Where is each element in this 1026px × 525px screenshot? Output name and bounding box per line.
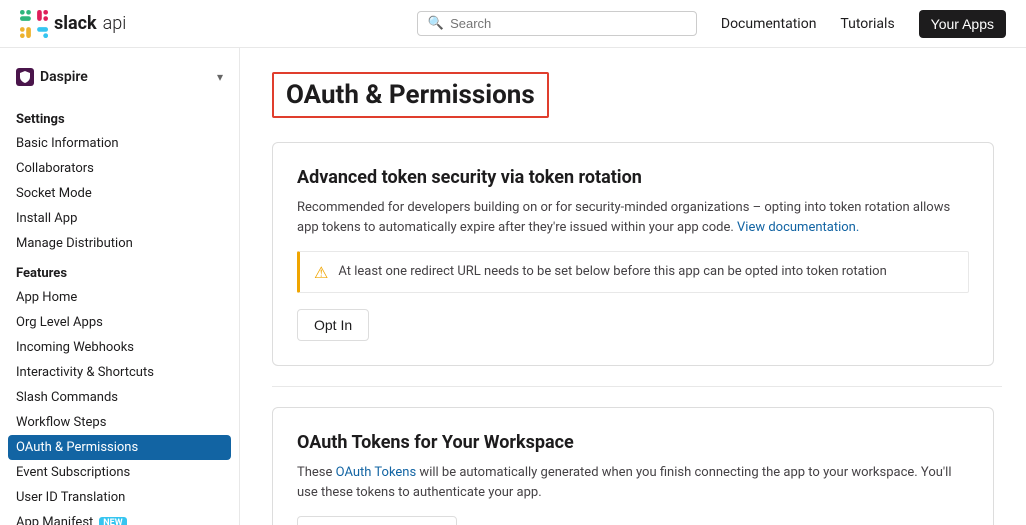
token-security-card: Advanced token security via token rotati… xyxy=(272,142,994,366)
settings-section-title: Settings xyxy=(0,102,239,131)
logo-api-label: api xyxy=(103,13,127,34)
sidebar-item-app-home[interactable]: App Home xyxy=(0,285,239,310)
nav-tutorials[interactable]: Tutorials xyxy=(840,16,894,32)
your-apps-button[interactable]: Your Apps xyxy=(919,10,1006,38)
oauth-tokens-card: OAuth Tokens for Your Workspace These OA… xyxy=(272,407,994,525)
nav-links: Documentation Tutorials Your Apps xyxy=(721,10,1006,38)
slack-logo-icon xyxy=(20,10,48,38)
oauth-tokens-link[interactable]: OAuth Tokens xyxy=(336,465,417,480)
search-box[interactable]: 🔍 xyxy=(417,11,697,36)
warning-box: ⚠ At least one redirect URL needs to be … xyxy=(297,251,969,293)
workspace-selector[interactable]: Daspire ▾ xyxy=(0,64,239,98)
main-content: OAuth & Permissions Advanced token secur… xyxy=(240,48,1026,525)
sidebar-item-install-app[interactable]: Install App xyxy=(0,206,239,231)
page-title: OAuth & Permissions xyxy=(272,72,549,118)
install-to-workspace-button[interactable]: Install to Workspace xyxy=(297,516,457,525)
token-security-description: Recommended for developers building on o… xyxy=(297,198,969,237)
sidebar-item-manage-distribution[interactable]: Manage Distribution xyxy=(0,231,239,256)
token-security-title: Advanced token security via token rotati… xyxy=(297,167,969,188)
topnav: slack api 🔍 Documentation Tutorials Your… xyxy=(0,0,1026,48)
sidebar-item-incoming-webhooks[interactable]: Incoming Webhooks xyxy=(0,335,239,360)
app-layout: Daspire ▾ Settings Basic Information Col… xyxy=(0,48,1026,525)
workspace-icon xyxy=(16,68,34,86)
search-input[interactable] xyxy=(450,16,686,31)
oauth-tokens-description: These OAuth Tokens will be automatically… xyxy=(297,463,969,502)
shield-icon xyxy=(19,71,31,83)
section-divider xyxy=(272,386,1002,387)
view-documentation-link[interactable]: View documentation. xyxy=(737,220,859,235)
warning-text: At least one redirect URL needs to be se… xyxy=(338,262,886,282)
sidebar-item-socket-mode[interactable]: Socket Mode xyxy=(0,181,239,206)
workspace-label: Daspire xyxy=(40,69,88,85)
sidebar-item-user-id-translation[interactable]: User ID Translation xyxy=(0,485,239,510)
sidebar-item-collaborators[interactable]: Collaborators xyxy=(0,156,239,181)
sidebar-item-oauth-permissions[interactable]: OAuth & Permissions xyxy=(8,435,231,460)
sidebar-item-org-level-apps[interactable]: Org Level Apps xyxy=(0,310,239,335)
oauth-tokens-title: OAuth Tokens for Your Workspace xyxy=(297,432,969,453)
opt-in-button[interactable]: Opt In xyxy=(297,309,369,341)
sidebar-item-basic-info[interactable]: Basic Information xyxy=(0,131,239,156)
logo-app-name: slack xyxy=(54,13,97,34)
workspace-name: Daspire xyxy=(16,68,88,86)
warning-icon: ⚠ xyxy=(314,263,328,282)
sidebar-item-interactivity[interactable]: Interactivity & Shortcuts xyxy=(0,360,239,385)
features-section-title: Features xyxy=(0,256,239,285)
search-icon: 🔍 xyxy=(428,16,444,31)
logo: slack api xyxy=(20,10,126,38)
nav-documentation[interactable]: Documentation xyxy=(721,16,817,32)
sidebar-item-workflow-steps[interactable]: Workflow Steps xyxy=(0,410,239,435)
sidebar: Daspire ▾ Settings Basic Information Col… xyxy=(0,48,240,525)
sidebar-item-event-subscriptions[interactable]: Event Subscriptions xyxy=(0,460,239,485)
sidebar-item-slash-commands[interactable]: Slash Commands xyxy=(0,385,239,410)
sidebar-item-app-manifest[interactable]: App Manifest xyxy=(0,510,239,525)
workspace-chevron-icon[interactable]: ▾ xyxy=(217,70,223,84)
